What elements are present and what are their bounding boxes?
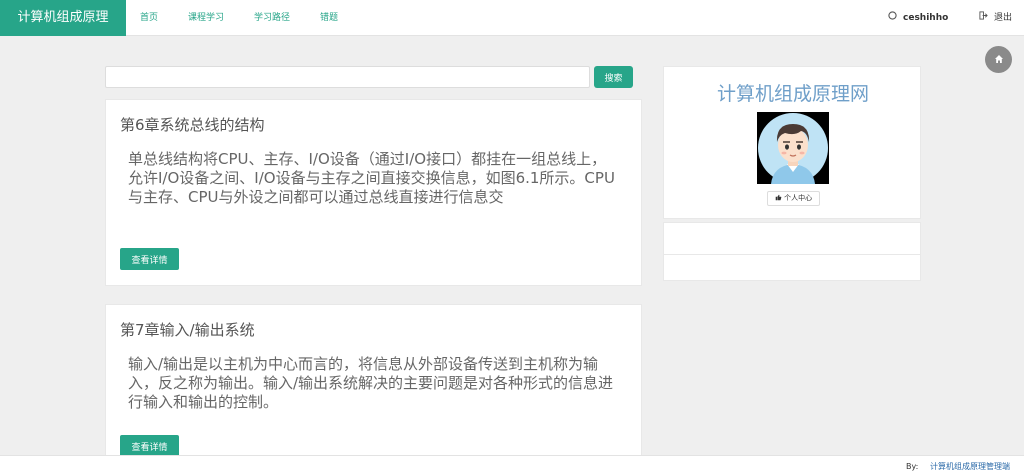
nav-item-learning-path[interactable]: 学习路径 xyxy=(254,0,290,36)
article-card: 第7章输入/输出系统 输入/输出是以主机为中心而言的，将信息从外部设备传送到主机… xyxy=(105,304,642,464)
home-button[interactable] xyxy=(985,46,1012,73)
home-icon xyxy=(994,54,1004,65)
search-button[interactable]: 搜索 xyxy=(594,66,633,88)
view-details-button[interactable]: 查看详情 xyxy=(120,248,179,270)
top-navbar: 计算机组成原理 首页 课程学习 学习路径 错题 ceshihho 退出 xyxy=(0,0,1024,36)
avatar xyxy=(757,112,829,184)
user-circle-icon xyxy=(888,0,897,36)
nav-item-home[interactable]: 首页 xyxy=(140,0,158,36)
profile-center-label: 个人中心 xyxy=(784,194,813,202)
site-title: 计算机组成原理网 xyxy=(716,83,869,105)
thumbs-up-icon xyxy=(775,194,784,202)
profile-panel: 计算机组成原理网 个人中心 xyxy=(663,66,921,219)
logout-link[interactable]: 退出 xyxy=(979,0,1012,36)
divider xyxy=(664,254,920,255)
article-title[interactable]: 第7章输入/输出系统 xyxy=(120,319,255,340)
article-summary: 输入/输出是以主机为中心而言的，将信息从外部设备传送到主机称为输入，反之称为输出… xyxy=(128,355,614,411)
sidebar-empty-box xyxy=(663,222,921,281)
brand-logo[interactable]: 计算机组成原理 xyxy=(0,0,126,36)
article-summary: 单总线结构将CPU、主存、I/O设备（通过I/O接口）都挂在一组总线上，允许I/… xyxy=(128,150,615,206)
article-card: 第6章系统总线的结构 单总线结构将CPU、主存、I/O设备（通过I/O接口）都挂… xyxy=(105,99,642,286)
sign-out-icon xyxy=(979,0,988,36)
logout-label: 退出 xyxy=(994,13,1013,23)
admin-link[interactable]: 计算机组成原理管理端 xyxy=(930,456,1010,476)
article-title[interactable]: 第6章系统总线的结构 xyxy=(120,114,265,135)
profile-center-button[interactable]: 个人中心 xyxy=(767,191,820,206)
search-input[interactable] xyxy=(105,66,590,88)
username: ceshihho xyxy=(903,13,949,23)
nav-item-course-study[interactable]: 课程学习 xyxy=(188,0,224,36)
footer-by-label: By: xyxy=(906,462,919,471)
nav-item-wrong-questions[interactable]: 错题 xyxy=(320,0,338,36)
footer: By: 计算机组成原理管理端 xyxy=(0,455,1024,476)
user-menu[interactable]: ceshihho xyxy=(888,0,948,36)
view-details-button[interactable]: 查看详情 xyxy=(120,435,179,457)
